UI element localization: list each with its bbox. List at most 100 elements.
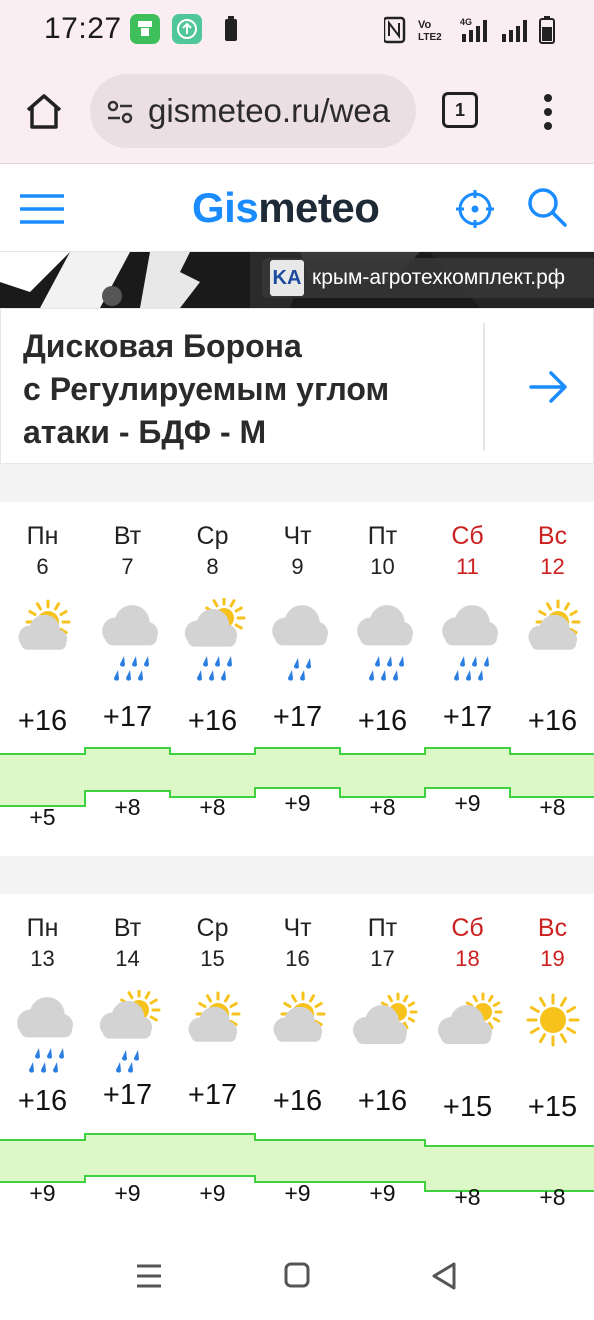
arrow-right-icon[interactable]	[527, 369, 571, 405]
cloudy-sun-icon	[433, 990, 503, 1076]
day-name: Сб	[451, 914, 484, 942]
max-temperature: +16	[272, 1085, 323, 1117]
day-number: 17	[370, 946, 395, 971]
recents-icon[interactable]	[134, 1262, 164, 1290]
status-time: 17:27	[44, 12, 122, 45]
max-temperature: +16	[357, 1085, 408, 1117]
day-name: Пн	[26, 522, 59, 550]
day-name: Чт	[283, 914, 312, 942]
day-name: Пн	[26, 914, 59, 942]
sun-cloud-rain-icon	[178, 596, 248, 684]
day-column[interactable]: Вс 12 +16 +8	[510, 502, 594, 856]
day-number: 6	[36, 554, 49, 579]
min-temperature: +8	[539, 1183, 566, 1210]
min-temperature: +9	[454, 790, 481, 816]
min-temperature: +9	[199, 1180, 226, 1206]
browser-toolbar: gismeteo.ru/wea 1	[0, 62, 594, 164]
ad-title[interactable]: Дисковая Борона с Регулируемым углом ата…	[23, 325, 463, 454]
status-indicators-icon: Vo LTE2 4G	[384, 16, 555, 44]
site-header: Gismeteo	[0, 164, 594, 252]
day-name: Сб	[451, 522, 484, 550]
day-column[interactable]: Сб 18 +15 +8	[425, 894, 510, 1230]
back-icon[interactable]	[428, 1260, 460, 1292]
day-number: 15	[200, 946, 225, 971]
search-icon[interactable]	[526, 186, 568, 228]
ad-source-label[interactable]: KA крым-агротехкомплект.рф	[262, 258, 594, 298]
max-temperature: +16	[17, 1085, 68, 1117]
day-number: 19	[540, 946, 565, 971]
location-icon[interactable]	[454, 188, 496, 230]
day-column[interactable]: Вт 7 +17 +8	[85, 502, 170, 856]
day-number: 7	[121, 554, 134, 579]
max-temperature: +16	[187, 705, 238, 737]
day-name: Чт	[283, 522, 312, 550]
more-menu-icon[interactable]	[536, 92, 560, 132]
partly-cloudy-icon	[8, 598, 78, 684]
min-temperature: +8	[454, 1183, 481, 1210]
day-column[interactable]: Пт 17 +16 +9	[340, 894, 425, 1230]
day-column[interactable]: Вс 19 +15 +8	[510, 894, 594, 1230]
nav-home-icon[interactable]	[282, 1260, 312, 1290]
day-name: Вс	[537, 522, 568, 550]
ad-divider	[483, 323, 485, 451]
min-temperature: +9	[284, 790, 311, 816]
min-temperature: +8	[199, 793, 226, 820]
day-number: 12	[540, 554, 565, 579]
day-column[interactable]: Сб 11 +17 +9	[425, 502, 510, 856]
hamburger-menu-icon[interactable]	[18, 192, 66, 226]
max-temperature: +16	[357, 705, 408, 737]
cloud-rain-icon	[8, 990, 78, 1076]
cloudy-sun-icon	[348, 990, 418, 1076]
max-temperature: +15	[442, 1091, 493, 1123]
forecast-week-2: Пн 13 +16 +9 Вт 14 +17 +9 Ср 15 +17 +9 Чт 16 +16 +9…	[0, 894, 594, 1230]
max-temperature: +17	[187, 1079, 238, 1111]
advertiser-domain[interactable]: крым-агротехкомплект.рф	[312, 266, 565, 290]
min-temperature: +8	[539, 793, 566, 820]
day-column[interactable]: Чт 9 +17 +9	[255, 502, 340, 856]
day-name: Вт	[113, 914, 142, 942]
day-number: 13	[30, 946, 55, 971]
ad-banner-image[interactable]: KA крым-агротехкомплект.рф	[0, 252, 594, 308]
ad-card[interactable]: Дисковая Борона с Регулируемым углом ата…	[0, 308, 594, 464]
day-name: Вт	[113, 522, 142, 550]
min-temperature: +9	[29, 1180, 56, 1206]
site-settings-icon[interactable]	[104, 96, 136, 128]
min-temperature: +9	[284, 1180, 311, 1206]
status-bar: 17:27 Vo LTE2 4G	[0, 0, 594, 62]
section-gap	[0, 464, 594, 502]
day-name: Пт	[367, 522, 398, 550]
address-bar[interactable]: gismeteo.ru/wea	[90, 74, 416, 148]
min-temperature: +8	[114, 793, 141, 820]
forecast-week-1: Пн 6 +16 +5 Вт 7 +17 +8 Ср 8 +16 +8 Чт 9 +17 +9 Пт 10…	[0, 502, 594, 856]
system-navigation-bar	[0, 1230, 594, 1320]
max-temperature: +17	[102, 701, 153, 733]
battery-saver-icon	[225, 16, 237, 41]
day-column[interactable]: Пн 13 +16 +9	[0, 894, 85, 1230]
day-name: Ср	[196, 914, 229, 942]
min-temperature: +5	[29, 804, 56, 830]
day-column[interactable]: Ср 15 +17 +9	[170, 894, 255, 1230]
day-column[interactable]: Чт 16 +16 +9	[255, 894, 340, 1230]
svg-text:LTE2: LTE2	[418, 32, 442, 43]
tab-switcher-button[interactable]: 1	[442, 92, 478, 128]
cloud-rain-icon	[433, 598, 503, 684]
day-number: 9	[291, 554, 304, 579]
partly-cloudy-icon	[518, 598, 588, 684]
day-column[interactable]: Ср 8 +16 +8	[170, 502, 255, 856]
day-column[interactable]: Пн 6 +16 +5	[0, 502, 85, 856]
day-column[interactable]: Вт 14 +17 +9	[85, 894, 170, 1230]
cloud-rain-icon	[93, 598, 163, 684]
day-column[interactable]: Пт 10 +16 +8	[340, 502, 425, 856]
upload-notification-icon	[172, 14, 202, 44]
home-icon[interactable]	[22, 90, 66, 134]
url-text[interactable]: gismeteo.ru/wea	[148, 92, 390, 130]
gismeteo-logo[interactable]: Gismeteo	[192, 184, 380, 232]
day-name: Ср	[196, 522, 229, 550]
svg-text:4G: 4G	[460, 17, 472, 27]
app-notification-icon	[130, 14, 160, 44]
max-temperature: +17	[442, 701, 493, 733]
day-number: 8	[206, 554, 219, 579]
day-number: 14	[115, 946, 140, 971]
sun-cloud-light-rain-icon	[93, 988, 163, 1076]
min-temperature: +9	[114, 1180, 141, 1206]
